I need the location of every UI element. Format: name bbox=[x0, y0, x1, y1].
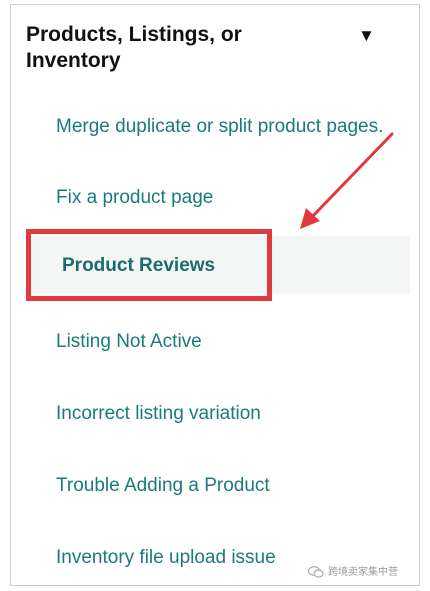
menu-item-inventory-file-upload[interactable]: Inventory file upload issue bbox=[56, 546, 276, 570]
section-title[interactable]: Products, Listings, or Inventory bbox=[26, 22, 286, 74]
menu-item-incorrect-variation[interactable]: Incorrect listing variation bbox=[56, 402, 261, 426]
highlight-annotation-box bbox=[26, 229, 272, 301]
menu-item-listing-not-active[interactable]: Listing Not Active bbox=[56, 330, 202, 354]
menu-item-fix-product-page[interactable]: Fix a product page bbox=[56, 186, 213, 210]
wechat-icon bbox=[308, 566, 324, 578]
menu-item-merge-duplicate[interactable]: Merge duplicate or split product pages. bbox=[56, 115, 383, 139]
watermark-text: 跨境卖家集中营 bbox=[328, 567, 398, 578]
watermark: 跨境卖家集中营 bbox=[308, 566, 398, 580]
menu-item-trouble-adding-product[interactable]: Trouble Adding a Product bbox=[56, 474, 270, 498]
triangle-down-icon[interactable]: ▼ bbox=[358, 26, 375, 46]
